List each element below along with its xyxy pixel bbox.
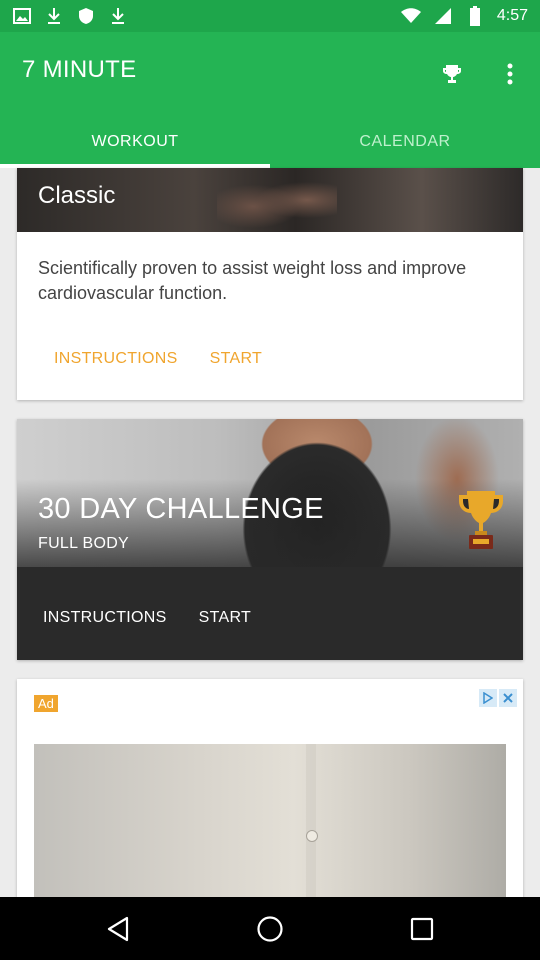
home-icon[interactable] bbox=[254, 913, 286, 945]
shirt-placket bbox=[306, 744, 316, 899]
signal-icon bbox=[433, 6, 453, 26]
instructions-button[interactable]: INSTRUCTIONS bbox=[54, 350, 178, 368]
ad-badge: Ad bbox=[34, 695, 58, 712]
workout-name: Classic bbox=[38, 182, 116, 209]
clock: 4:57 bbox=[496, 7, 528, 24]
shirt-button bbox=[306, 830, 318, 842]
close-icon[interactable] bbox=[499, 689, 517, 707]
back-icon[interactable] bbox=[102, 913, 134, 945]
battery-icon bbox=[465, 6, 485, 26]
tab-workout[interactable]: WORKOUT bbox=[0, 116, 270, 168]
ad-image[interactable] bbox=[34, 744, 506, 899]
navigation-bar bbox=[0, 897, 540, 960]
tab-calendar[interactable]: CALENDAR bbox=[270, 116, 540, 168]
app-title: 7 MINUTE bbox=[22, 56, 137, 83]
start-button[interactable]: START bbox=[199, 609, 251, 627]
shield-icon bbox=[76, 6, 96, 26]
download-icon bbox=[44, 6, 64, 26]
trophy-icon bbox=[457, 489, 505, 551]
overflow-menu-icon[interactable] bbox=[490, 54, 530, 94]
tab-bar: WORKOUT CALENDAR bbox=[0, 116, 540, 168]
photo-icon bbox=[12, 6, 32, 26]
ad-controls bbox=[479, 689, 517, 707]
ad-card[interactable]: Ad bbox=[17, 679, 523, 899]
workout-card-classic[interactable]: Classic Scientifically proven to assist … bbox=[17, 168, 523, 400]
start-button[interactable]: START bbox=[210, 350, 262, 368]
card-banner: Classic bbox=[17, 168, 523, 232]
challenge-subtitle: FULL BODY bbox=[38, 535, 130, 552]
workout-description: Scientifically proven to assist weight l… bbox=[38, 258, 467, 303]
status-bar: 4:57 bbox=[0, 0, 540, 32]
download-icon bbox=[108, 6, 128, 26]
trophy-store-icon[interactable] bbox=[432, 54, 472, 94]
wifi-icon bbox=[400, 6, 421, 26]
workout-card-30-day-challenge[interactable]: 30 DAY CHALLENGE FULL BODY INSTRUCTIONS … bbox=[17, 419, 523, 660]
card-actions: INSTRUCTIONS START bbox=[43, 609, 251, 627]
instructions-button[interactable]: INSTRUCTIONS bbox=[43, 609, 167, 627]
recents-icon[interactable] bbox=[406, 913, 438, 945]
challenge-title: 30 DAY CHALLENGE bbox=[38, 493, 324, 525]
banner-image bbox=[217, 168, 337, 232]
app-bar: 7 MINUTE WORKOUT CALENDAR bbox=[0, 32, 540, 168]
adchoices-icon[interactable] bbox=[479, 689, 497, 707]
card-actions: INSTRUCTIONS START bbox=[54, 350, 262, 368]
